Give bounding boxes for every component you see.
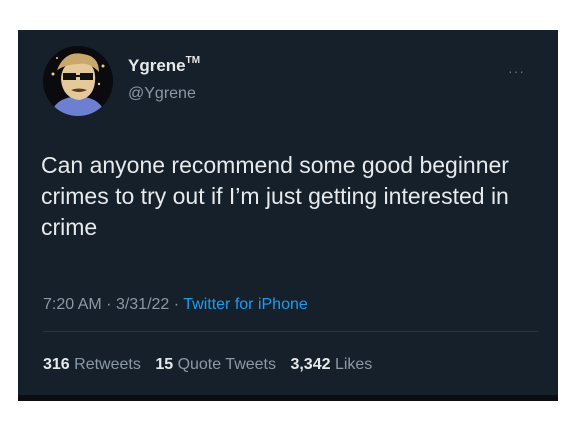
- meta-separator: ·: [173, 296, 180, 313]
- more-options-icon[interactable]: ···: [508, 63, 525, 79]
- likes-label: Likes: [334, 356, 373, 373]
- user-handle[interactable]: @Ygrene: [128, 85, 196, 103]
- retweets-label: Retweets: [74, 356, 141, 373]
- tweet-card: YgreneTM @Ygrene ··· Can anyone recommen…: [18, 30, 558, 401]
- likes-stat[interactable]: 3,342 Likes: [290, 356, 372, 373]
- tweet-metadata: 7:20 AM · 3/31/22 · Twitter for iPhone: [43, 296, 308, 314]
- meta-separator: ·: [106, 296, 112, 313]
- retweets-count: 316: [43, 356, 70, 373]
- avatar-illustration-icon: [43, 46, 113, 116]
- divider: [43, 331, 538, 332]
- quote-tweets-label: Quote Tweets: [177, 356, 276, 373]
- tweet-date[interactable]: 3/31/22: [116, 296, 169, 313]
- tweet-source-link[interactable]: Twitter for iPhone: [183, 296, 308, 313]
- display-name[interactable]: YgreneTM: [128, 55, 201, 76]
- tweet-text: Can anyone recommend some good beginner …: [41, 152, 509, 240]
- trademark-mark: TM: [185, 55, 201, 67]
- avatar[interactable]: [43, 46, 113, 116]
- quote-tweets-stat[interactable]: 15 Quote Tweets: [155, 356, 280, 373]
- tweet-time[interactable]: 7:20 AM: [43, 296, 102, 313]
- retweets-stat[interactable]: 316 Retweets: [43, 356, 145, 373]
- likes-count: 3,342: [290, 356, 331, 373]
- engagement-stats: 316 Retweets 15 Quote Tweets 3,342 Likes: [43, 356, 382, 374]
- quote-tweets-count: 15: [155, 356, 174, 373]
- display-name-text: Ygrene: [128, 56, 186, 75]
